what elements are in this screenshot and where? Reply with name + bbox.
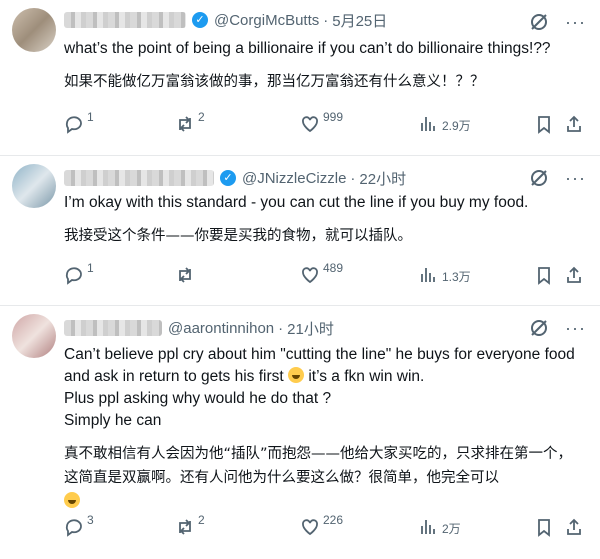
share-button[interactable] [564, 265, 584, 285]
tweet-text-en-2: it’s a fkn win win. [308, 368, 425, 385]
tweet[interactable]: ✓ @CorgiMcButts · 5月25日 ··· what’s the p… [0, 0, 600, 156]
laughing-emoji-icon [288, 367, 304, 383]
heart-icon [302, 519, 318, 536]
views-button[interactable]: 1.3万 [418, 265, 471, 285]
tweet-top-icons: ··· [529, 318, 586, 338]
share-button[interactable] [564, 517, 584, 537]
tweet-top-icons: ··· [529, 168, 586, 188]
share-button[interactable] [564, 114, 584, 134]
views-count: 1.3万 [442, 270, 471, 284]
tweet-text: what’s the point of being a billionaire … [64, 38, 580, 94]
timestamp[interactable]: 5月25日 [332, 10, 387, 31]
separator-dot: · [350, 169, 356, 187]
tweet-header: ✓ @CorgiMcButts · 5月25日 [64, 8, 387, 32]
timestamp[interactable]: 22小时 [359, 168, 406, 189]
tweet-text-en: what’s the point of being a billionaire … [64, 40, 551, 57]
tweet-text: I’m okay with this standard - you can cu… [64, 192, 580, 248]
blurred-display-name [64, 320, 162, 336]
like-button[interactable]: 999 [300, 110, 343, 134]
reply-button[interactable]: 1 [64, 110, 94, 134]
tweet-actions: 1 2 999 2.9万 [64, 110, 588, 135]
like-button[interactable]: 489 [300, 261, 343, 285]
separator-dot: · [278, 319, 284, 337]
views-icon [421, 268, 435, 282]
blurred-display-name [64, 12, 186, 28]
tweet-actions: 1 489 1.3万 [64, 261, 588, 286]
like-button[interactable]: 226 [300, 513, 343, 537]
tweet-text-en-line: Can’t believe ppl cry about him "cutting… [64, 344, 580, 388]
tweet-text-cn-body: 真不敢相信有人会因为他“插队”而抱怨——他给大家买吃的，只求排在第一个，这简直是… [64, 446, 573, 486]
laughing-emoji-icon [64, 492, 80, 508]
user-handle[interactable]: @JNizzleCizzle [242, 170, 346, 187]
reply-count: 3 [87, 513, 94, 527]
grok-icon[interactable] [529, 168, 549, 188]
more-icon[interactable]: ··· [565, 12, 586, 32]
bookmark-button[interactable] [534, 114, 554, 134]
tweet-header: ✓ @JNizzleCizzle · 22小时 [64, 166, 406, 190]
retweet-button[interactable]: 2 [175, 110, 205, 134]
share-icon [567, 518, 581, 535]
avatar[interactable] [12, 164, 56, 208]
reply-button[interactable]: 3 [64, 513, 94, 537]
verified-badge-icon: ✓ [192, 12, 208, 28]
tweet-actions: 3 2 226 2万 [64, 513, 588, 538]
share-icon [567, 115, 581, 132]
views-button[interactable]: 2万 [418, 517, 461, 537]
views-count: 2万 [442, 522, 461, 536]
retweet-button[interactable]: 2 [175, 513, 205, 537]
like-count: 999 [323, 110, 344, 124]
user-handle[interactable]: @aarontinnihon [168, 320, 274, 337]
views-button[interactable]: 2.9万 [418, 114, 471, 134]
views-icon [421, 117, 435, 131]
retweet-icon [179, 267, 191, 283]
avatar[interactable] [12, 314, 56, 358]
tweet-text-cn: 真不敢相信有人会因为他“插队”而抱怨——他给大家买吃的，只求排在第一个，这简直是… [64, 442, 580, 514]
retweet-count: 2 [198, 110, 205, 124]
retweet-icon [179, 116, 191, 132]
timestamp[interactable]: 21小时 [287, 318, 334, 339]
tweet-header: @aarontinnihon · 21小时 [64, 316, 334, 340]
tweet-text-en-4: Simply he can [64, 412, 162, 429]
reply-icon [65, 519, 82, 537]
tweet-text-cn: 如果不能做亿万富翁该做的事，那当亿万富翁还有什么意义！？？ [64, 74, 485, 90]
retweet-button[interactable] [175, 265, 198, 285]
bookmark-icon [538, 519, 550, 537]
heart-icon [302, 267, 318, 284]
blurred-display-name [64, 170, 214, 186]
retweet-icon [179, 519, 191, 535]
views-icon [421, 520, 435, 534]
more-icon[interactable]: ··· [565, 168, 586, 188]
reply-button[interactable]: 1 [64, 261, 94, 285]
tweet-text: Can’t believe ppl cry about him "cutting… [64, 344, 580, 514]
reply-icon [65, 116, 82, 134]
more-icon[interactable]: ··· [565, 318, 586, 338]
tweet-text-cn: 我接受这个条件——你要是买我的食物，就可以插队。 [64, 228, 412, 244]
retweet-count: 2 [198, 513, 205, 527]
user-handle[interactable]: @CorgiMcButts [214, 12, 319, 29]
reply-count: 1 [87, 261, 94, 275]
bookmark-button[interactable] [534, 265, 554, 285]
verified-badge-icon: ✓ [220, 170, 236, 186]
grok-icon[interactable] [529, 12, 549, 32]
reply-icon [65, 267, 82, 285]
separator-dot: · [323, 11, 329, 29]
tweet[interactable]: ✓ @JNizzleCizzle · 22小时 ··· I’m okay wit… [0, 156, 600, 306]
tweet[interactable]: @aarontinnihon · 21小时 ··· Can’t believe … [0, 306, 600, 559]
avatar[interactable] [12, 8, 56, 52]
tweet-top-icons: ··· [529, 12, 586, 32]
bookmark-icon [538, 267, 550, 285]
like-count: 226 [323, 513, 344, 527]
heart-icon [302, 116, 318, 133]
tweet-text-en: I’m okay with this standard - you can cu… [64, 194, 529, 211]
reply-count: 1 [87, 110, 94, 124]
views-count: 2.9万 [442, 119, 471, 133]
bookmark-button[interactable] [534, 517, 554, 537]
tweet-text-en-3: Plus ppl asking why would he do that ? [64, 390, 332, 407]
grok-icon[interactable] [529, 318, 549, 338]
bookmark-icon [538, 116, 550, 134]
share-icon [567, 266, 581, 283]
like-count: 489 [323, 261, 344, 275]
